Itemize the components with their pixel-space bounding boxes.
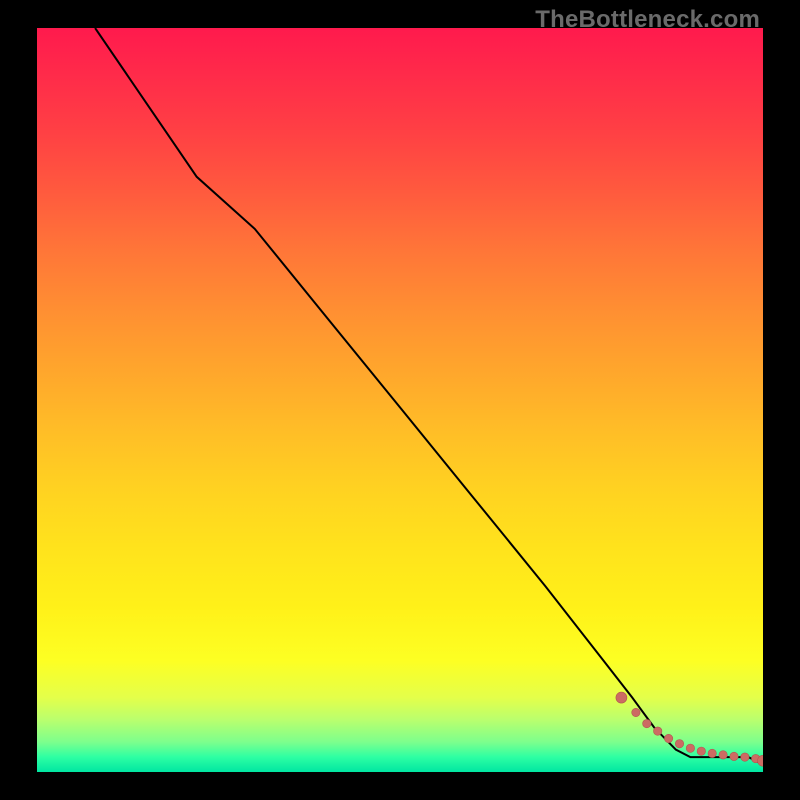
scatter-point — [719, 751, 727, 759]
scatter-point — [697, 747, 705, 755]
scatter-point — [632, 708, 640, 716]
scatter-point — [741, 753, 749, 761]
scatter-point — [643, 719, 651, 727]
scatter-point — [730, 752, 738, 760]
scatter-point — [708, 749, 716, 757]
scatter-point — [686, 744, 694, 752]
chart-svg — [37, 28, 763, 772]
scatter-point — [616, 692, 627, 703]
scatter-points — [616, 692, 763, 766]
scatter-point — [675, 740, 683, 748]
scatter-point — [664, 734, 672, 742]
chart-frame: TheBottleneck.com — [0, 0, 800, 800]
plot-area — [37, 28, 763, 772]
bottleneck-curve — [95, 28, 763, 765]
scatter-point — [654, 727, 662, 735]
